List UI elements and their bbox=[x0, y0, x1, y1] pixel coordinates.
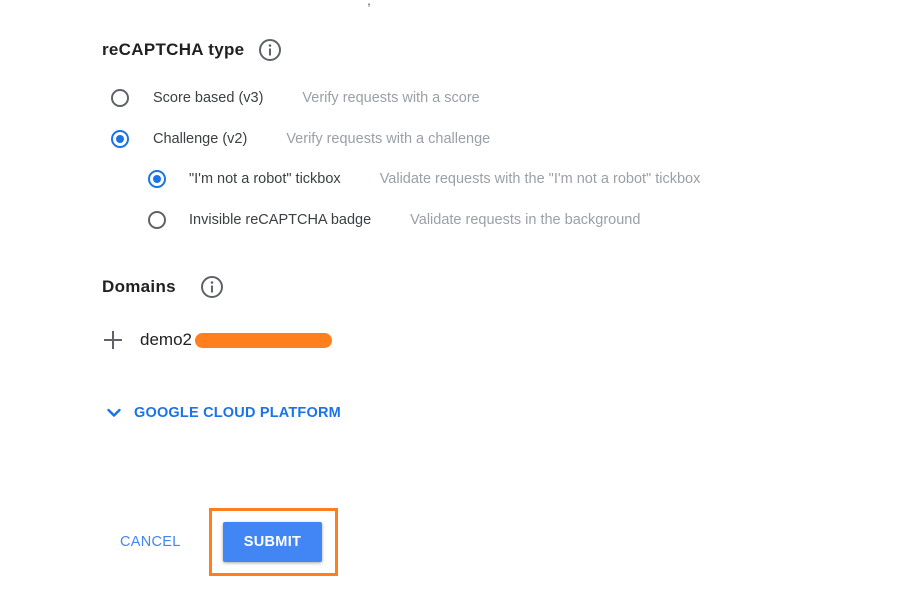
domains-title: Domains bbox=[102, 277, 176, 296]
info-icon[interactable] bbox=[200, 275, 224, 299]
recaptcha-type-heading: reCAPTCHA type bbox=[102, 38, 282, 62]
cancel-button[interactable]: CANCEL bbox=[108, 526, 193, 558]
chevron-down-icon bbox=[107, 408, 121, 417]
radio-label: Invisible reCAPTCHA badge bbox=[189, 212, 372, 228]
google-cloud-platform-label: GOOGLE CLOUD PLATFORM bbox=[134, 405, 341, 421]
plus-icon[interactable] bbox=[104, 331, 122, 349]
domains-heading: Domains bbox=[102, 275, 224, 299]
domain-name: demo2 bbox=[140, 330, 192, 349]
radio-challenge[interactable]: Challenge (v2) Verify requests with a ch… bbox=[111, 130, 490, 148]
radio-button-checked[interactable] bbox=[148, 170, 166, 188]
google-cloud-platform-toggle[interactable]: GOOGLE CLOUD PLATFORM bbox=[106, 405, 341, 421]
radio-button[interactable] bbox=[111, 89, 129, 107]
radio-description: Verify requests with a challenge bbox=[286, 131, 491, 147]
radio-description: Validate requests with the "I'm not a ro… bbox=[379, 171, 701, 187]
radio-not-a-robot[interactable]: "I'm not a robot" tickbox Validate reque… bbox=[148, 170, 700, 188]
radio-button[interactable] bbox=[148, 211, 166, 229]
radio-description: Verify requests with a score bbox=[302, 90, 480, 106]
radio-description: Validate requests in the background bbox=[410, 212, 641, 228]
radio-label: Score based (v3) bbox=[153, 90, 264, 106]
radio-button-checked[interactable] bbox=[111, 130, 129, 148]
domain-list-item: demo2 bbox=[104, 330, 192, 350]
radio-score-based[interactable]: Score based (v3) Verify requests with a … bbox=[111, 89, 480, 107]
recaptcha-type-title: reCAPTCHA type bbox=[102, 40, 245, 59]
clipped-text-fragment: , bbox=[367, 0, 371, 8]
submit-button[interactable]: SUBMIT bbox=[223, 522, 322, 562]
recaptcha-settings-page: , reCAPTCHA type Score based (v3) Verify… bbox=[0, 0, 902, 597]
info-icon[interactable] bbox=[258, 38, 282, 62]
radio-label: "I'm not a robot" tickbox bbox=[189, 171, 341, 187]
radio-label: Challenge (v2) bbox=[153, 131, 248, 147]
redaction-mark bbox=[195, 333, 332, 348]
radio-invisible-badge[interactable]: Invisible reCAPTCHA badge Validate reque… bbox=[148, 211, 640, 229]
